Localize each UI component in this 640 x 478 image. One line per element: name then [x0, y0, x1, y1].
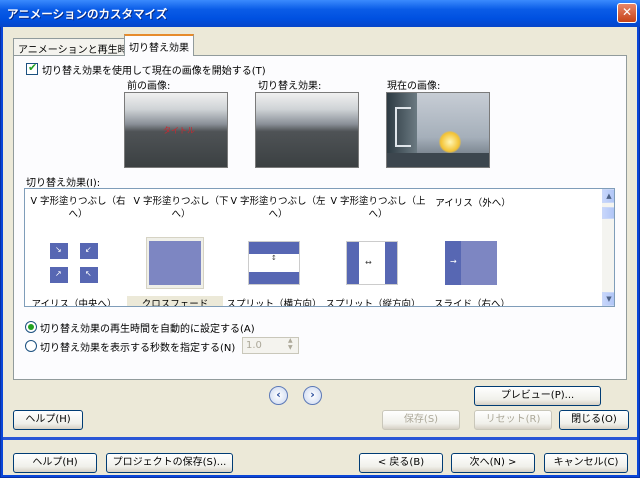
title-overlay-text: タイトル — [163, 126, 195, 135]
use-current-image-checkbox[interactable]: ✔ — [26, 61, 38, 75]
title-bar[interactable]: アニメーションのカスタマイズ ✕ — [0, 0, 640, 27]
previous-image-label: 前の画像: — [127, 81, 171, 92]
list-item-split-horizontal[interactable]: スプリット（横方向） — [225, 296, 323, 306]
help-button[interactable]: ヘルプ(H) — [13, 453, 97, 473]
slide-right-icon[interactable]: → — [445, 241, 497, 285]
preview-button[interactable]: プレビュー(P)... — [474, 386, 601, 406]
previous-effect-icon[interactable]: ‹ — [269, 386, 288, 405]
effect-preview — [255, 92, 359, 168]
list-item-iris-in[interactable]: アイリス（中央へ） — [25, 296, 123, 306]
list-item-v-fill-down[interactable]: V 字形塗りつぶし（下へ） — [128, 195, 234, 221]
list-item-iris-out[interactable]: アイリス（外へ） — [420, 197, 526, 210]
scroll-up-icon[interactable]: ▲ — [602, 189, 614, 203]
next-effect-icon[interactable]: › — [303, 386, 322, 405]
manual-duration-radio[interactable] — [25, 340, 37, 352]
reset-button[interactable]: リセット(R) — [474, 410, 552, 430]
previous-image-preview: タイトル — [124, 92, 228, 168]
scroll-down-icon[interactable]: ▼ — [602, 292, 614, 306]
stepper-arrows-icon[interactable]: ▲ ▼ — [288, 337, 293, 351]
current-image-label: 現在の画像: — [387, 81, 441, 92]
close-button[interactable]: 閉じる(O) — [559, 410, 629, 430]
list-item-crossfade[interactable]: クロスフェード — [127, 296, 223, 306]
back-button[interactable]: < 戻る(B) — [359, 453, 443, 473]
list-item-v-fill-left[interactable]: V 字形塗りつぶし（左へ） — [225, 195, 331, 221]
list-item-slide-right[interactable]: スライド（右へ） — [423, 296, 521, 306]
auto-duration-label: 切り替え効果の再生時間を自動的に設定する(A) — [40, 324, 255, 335]
crossfade-icon[interactable] — [149, 241, 201, 285]
wizard-footer — [3, 440, 637, 475]
effects-list-label: 切り替え効果(I): — [26, 178, 101, 189]
railing-shape — [395, 107, 411, 147]
window-title: アニメーションのカスタマイズ — [7, 7, 168, 21]
save-project-button[interactable]: プロジェクトの保存(S)... — [106, 453, 233, 473]
effect-preview-label: 切り替え効果: — [258, 81, 322, 92]
scroll-thumb[interactable] — [602, 207, 614, 219]
effects-list[interactable]: V 字形塗りつぶし（右へ） V 字形塗りつぶし（下へ） V 字形塗りつぶし（左へ… — [24, 188, 615, 307]
list-item-v-fill-up[interactable]: V 字形塗りつぶし（上へ） — [325, 195, 431, 221]
iris-in-icon[interactable]: ↘ ↙ ↗ ↖ — [48, 241, 100, 285]
seconds-value: 1.0 — [246, 340, 262, 351]
save-button[interactable]: 保存(S) — [382, 410, 460, 430]
current-image-preview — [386, 92, 490, 168]
seconds-stepper[interactable]: 1.0 ▲ ▼ — [242, 337, 299, 354]
close-icon[interactable]: ✕ — [617, 3, 637, 23]
list-item-split-vertical[interactable]: スプリット（縦方向） — [324, 296, 422, 306]
use-current-image-label: 切り替え効果を使用して現在の画像を開始する(T) — [42, 66, 266, 77]
check-icon: ✔ — [28, 61, 38, 74]
effects-scrollbar[interactable]: ▲ ▼ — [602, 189, 614, 306]
list-item-v-fill-right[interactable]: V 字形塗りつぶし（右へ） — [25, 195, 131, 221]
tab-transition-effect[interactable]: 切り替え効果 — [124, 34, 194, 56]
auto-duration-radio[interactable] — [25, 321, 37, 333]
light-glow — [439, 131, 461, 153]
next-button[interactable]: 次へ(N) > — [451, 453, 535, 473]
help-inner-button[interactable]: ヘルプ(H) — [13, 410, 83, 430]
split-horizontal-icon[interactable]: ↕ — [248, 241, 300, 285]
sea-strip — [387, 153, 489, 167]
cancel-button[interactable]: キャンセル(C) — [544, 453, 628, 473]
split-vertical-icon[interactable]: ↔ — [346, 241, 398, 285]
manual-duration-label: 切り替え効果を表示する秒数を指定する(N) — [40, 343, 236, 354]
